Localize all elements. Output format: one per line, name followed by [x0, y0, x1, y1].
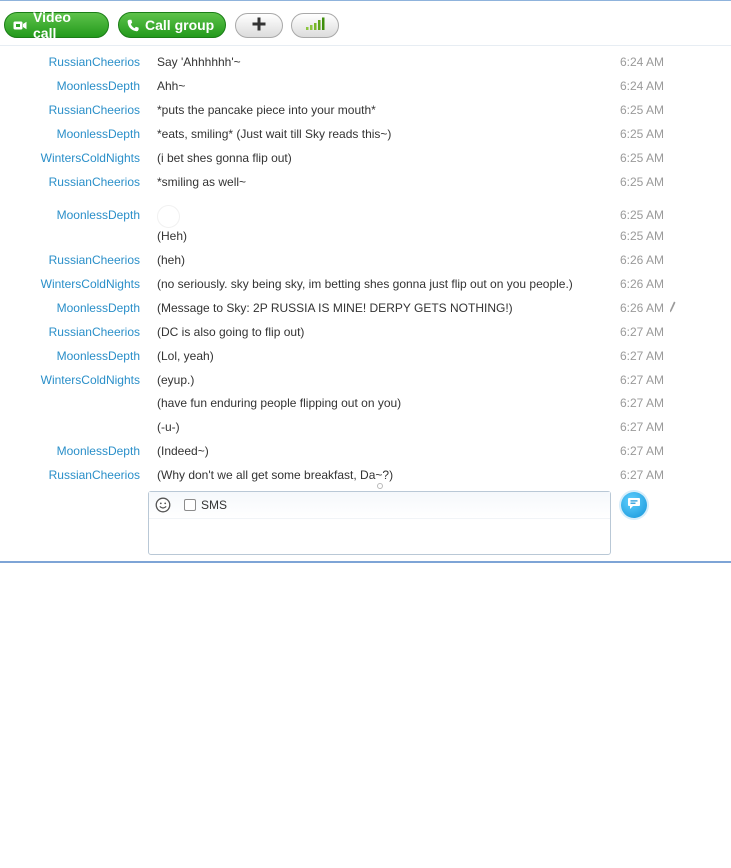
- message-row: WintersColdNights (i bet shes gonna flip…: [0, 147, 731, 169]
- message-text: (i bet shes gonna flip out): [157, 151, 292, 165]
- message-time: 6:27 AM: [620, 396, 665, 410]
- message-time: 6:25 AM: [620, 208, 665, 222]
- sender-name[interactable]: RussianCheerios: [49, 171, 140, 193]
- message-text: (Message to Sky: 2P RUSSIA IS MINE! DERP…: [157, 301, 513, 315]
- message-time: 6:27 AM: [620, 444, 665, 458]
- sender-name[interactable]: MoonlessDepth: [57, 204, 140, 226]
- sms-label: SMS: [201, 498, 228, 512]
- edited-pencil-icon[interactable]: [669, 301, 676, 316]
- sender-name[interactable]: MoonlessDepth: [57, 75, 140, 97]
- message-row: RussianCheerios *smiling as well~ 6:25 A…: [0, 171, 731, 193]
- message-time: 6:25 AM: [620, 175, 665, 189]
- video-camera-icon: [13, 20, 27, 31]
- typing-indicator-dot: [377, 483, 383, 489]
- message-text: (eyup.): [157, 373, 195, 387]
- message-text: (Indeed~): [157, 444, 209, 458]
- plus-icon: [252, 17, 266, 34]
- sender-name[interactable]: RussianCheerios: [49, 51, 140, 73]
- message-row: RussianCheerios (DC is also going to fli…: [0, 321, 731, 343]
- sender-name[interactable]: MoonlessDepth: [57, 440, 140, 462]
- sender-name[interactable]: WintersColdNights: [41, 273, 140, 295]
- call-toolbar: Video call Call group: [0, 1, 731, 46]
- message-text: (Lol, yeah): [157, 349, 214, 363]
- message-time: 6:27 AM: [620, 325, 665, 339]
- message-composer[interactable]: SMS: [148, 491, 611, 555]
- sender-name[interactable]: MoonlessDepth: [57, 123, 140, 145]
- message-row: RussianCheerios *puts the pancake piece …: [0, 99, 731, 121]
- message-row: MoonlessDepth 6:25 AM: [0, 204, 731, 228]
- message-text: *puts the pancake piece into your mouth*: [157, 103, 376, 117]
- message-text: Ahh~: [157, 79, 186, 93]
- message-row: MoonlessDepth (Lol, yeah) 6:27 AM: [0, 345, 731, 367]
- send-button[interactable]: [621, 492, 647, 518]
- message-text: (have fun enduring people flipping out o…: [157, 396, 402, 410]
- signal-bars-icon: [305, 17, 325, 34]
- message-row: RussianCheerios Say 'Ahhhhhh'~ 6:24 AM: [0, 51, 731, 73]
- sender-name[interactable]: MoonlessDepth: [57, 297, 140, 319]
- message-text: (no seriously. sky being sky, im betting…: [157, 277, 573, 291]
- message-row: MoonlessDepth Ahh~ 6:24 AM: [0, 75, 731, 97]
- message-row: RussianCheerios (heh) 6:26 AM: [0, 249, 731, 271]
- composer-header: SMS: [149, 492, 610, 519]
- message-time: 6:27 AM: [620, 468, 665, 482]
- message-text: (heh): [157, 253, 186, 267]
- message-row: WintersColdNights (no seriously. sky bei…: [0, 273, 731, 295]
- call-group-button[interactable]: Call group: [118, 12, 226, 38]
- message-text: Say 'Ahhhhhh'~: [157, 55, 241, 69]
- sender-name[interactable]: RussianCheerios: [49, 99, 140, 121]
- sender-name[interactable]: RussianCheerios: [49, 321, 140, 343]
- message-text: (Heh): [157, 229, 188, 243]
- message-row: RussianCheerios (Why don't we all get so…: [0, 464, 731, 486]
- message-time: 6:24 AM: [620, 79, 665, 93]
- message-time: 6:24 AM: [620, 55, 665, 69]
- message-time: 6:25 AM: [620, 103, 665, 117]
- message-text: (-u-): [157, 420, 180, 434]
- sender-name[interactable]: WintersColdNights: [41, 147, 140, 169]
- message-time: 6:27 AM: [620, 420, 665, 434]
- message-text: (DC is also going to flip out): [157, 325, 305, 339]
- message-row: (-u-) 6:27 AM: [0, 416, 731, 438]
- message-row: MoonlessDepth (Indeed~) 6:27 AM: [0, 440, 731, 462]
- message-text: *eats, smiling* (Just wait till Sky read…: [157, 127, 392, 141]
- message-time: 6:27 AM: [620, 349, 665, 363]
- call-group-label: Call group: [145, 17, 215, 33]
- video-call-label: Video call: [33, 9, 71, 41]
- video-call-button[interactable]: Video call: [4, 9, 109, 41]
- message-text: *smiling as well~: [157, 175, 247, 189]
- send-chat-icon: [627, 497, 641, 513]
- phone-icon: [127, 19, 139, 32]
- message-time: 6:26 AM: [620, 277, 665, 291]
- message-time: 6:26 AM: [620, 253, 665, 267]
- message-time: 6:26 AM: [620, 301, 665, 315]
- smiley-icon[interactable]: [155, 497, 171, 516]
- message-time: 6:25 AM: [620, 151, 665, 165]
- sender-name[interactable]: WintersColdNights: [41, 369, 140, 391]
- message-text: (Why don't we all get some breakfast, Da…: [157, 468, 394, 482]
- message-time: 6:25 AM: [620, 127, 665, 141]
- message-row: WintersColdNights (eyup.) 6:27 AM: [0, 369, 731, 391]
- add-button[interactable]: [235, 13, 283, 38]
- sender-name[interactable]: RussianCheerios: [49, 249, 140, 271]
- sms-checkbox[interactable]: [184, 499, 196, 511]
- message-time: 6:27 AM: [620, 373, 665, 387]
- call-quality-button[interactable]: [291, 13, 339, 38]
- message-time: 6:25 AM: [620, 229, 665, 243]
- message-row: MoonlessDepth (Message to Sky: 2P RUSSIA…: [0, 297, 731, 319]
- message-row: MoonlessDepth *eats, smiling* (Just wait…: [0, 123, 731, 145]
- message-row: (have fun enduring people flipping out o…: [0, 392, 731, 414]
- chat-window: Video call Call group RussianCheerios Sa…: [0, 0, 731, 563]
- message-row: (Heh) 6:25 AM: [0, 225, 731, 247]
- sender-name[interactable]: RussianCheerios: [49, 464, 140, 486]
- sender-name[interactable]: MoonlessDepth: [57, 345, 140, 367]
